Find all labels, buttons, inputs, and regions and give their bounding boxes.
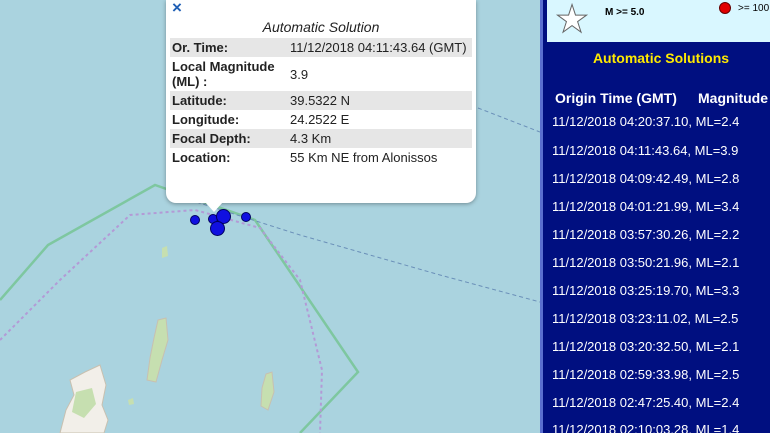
solution-link[interactable]: 11/12/2018 02:59:33.98, ML=2.5 xyxy=(552,367,739,382)
earthquake-marker[interactable] xyxy=(241,212,251,222)
solution-link[interactable]: 11/12/2018 04:09:42.49, ML=2.8 xyxy=(552,171,739,186)
column-header-origin-time: Origin Time (GMT) xyxy=(555,90,677,106)
info-row-latitude: Latitude: 39.5322 N xyxy=(170,91,472,110)
info-label: Latitude: xyxy=(172,93,227,108)
solution-link[interactable]: 11/12/2018 04:11:43.64, ML=3.9 xyxy=(552,143,738,158)
solution-link[interactable]: 11/12/2018 04:01:21.99, ML=3.4 xyxy=(552,199,739,214)
info-row-depth: Focal Depth: 4.3 Km xyxy=(170,129,472,148)
info-value: 3.9 xyxy=(290,66,309,82)
info-row-longitude: Longitude: 24.2522 E xyxy=(170,110,472,129)
panel-title: Automatic Solutions xyxy=(592,50,730,66)
solution-link[interactable]: 11/12/2018 02:10:03.28, ML=1.4 xyxy=(552,422,739,433)
info-row-magnitude: Local Magnitude (ML) : 3.9 xyxy=(170,57,472,91)
info-label: Focal Depth: xyxy=(172,131,251,146)
info-value: 4.3 Km xyxy=(290,131,332,146)
earthquake-marker[interactable] xyxy=(190,215,200,225)
event-popup: × Automatic Solution Or. Time: 11/12/201… xyxy=(166,0,476,203)
solution-link[interactable]: 11/12/2018 03:20:32.50, ML=2.1 xyxy=(552,339,739,354)
islet-north xyxy=(162,246,168,258)
info-value: 55 Km NE from Alonissos xyxy=(290,150,438,165)
solution-link[interactable]: 11/12/2018 02:47:25.40, ML=2.4 xyxy=(552,395,739,410)
solution-link[interactable]: 11/12/2018 03:57:30.26, ML=2.2 xyxy=(552,227,739,242)
popup-title: Automatic Solution xyxy=(262,19,380,35)
islet-small xyxy=(128,398,134,405)
info-value: 11/12/2018 04:11:43.64 (GMT) xyxy=(290,40,467,55)
legend-red-label: >= 100 xyxy=(738,3,770,14)
ferry-route-north xyxy=(477,107,540,133)
info-label: Longitude: xyxy=(172,112,240,127)
info-label: Location: xyxy=(172,150,231,165)
close-icon[interactable]: × xyxy=(172,0,182,18)
red-dot-icon xyxy=(719,2,731,14)
maritime-boundary xyxy=(0,183,360,433)
magnitude-legend: ★ M >= 5.0 >= 100 xyxy=(547,0,770,42)
event-info-table: Or. Time: 11/12/2018 04:11:43.64 (GMT) L… xyxy=(170,38,472,167)
solution-link[interactable]: 11/12/2018 03:25:19.70, ML=3.3 xyxy=(552,283,739,298)
column-header-magnitude: Magnitude xyxy=(698,90,768,106)
popup-pointer xyxy=(205,202,223,212)
info-row-location: Location: 55 Km NE from Alonissos xyxy=(170,148,472,167)
solution-link[interactable]: 11/12/2018 04:20:37.10, ML=2.4 xyxy=(552,114,739,129)
island-east xyxy=(260,371,275,411)
solution-link[interactable]: 11/12/2018 03:50:21.96, ML=2.1 xyxy=(552,255,739,270)
star-icon: ★ xyxy=(554,0,590,41)
solution-link[interactable]: 11/12/2018 03:23:11.02, ML=2.5 xyxy=(552,311,738,326)
info-value: 39.5322 N xyxy=(290,93,350,108)
island-middle xyxy=(146,317,169,383)
info-row-origin-time: Or. Time: 11/12/2018 04:11:43.64 (GMT) xyxy=(170,38,472,57)
info-label: Or. Time: xyxy=(172,40,229,55)
earthquake-marker[interactable] xyxy=(210,221,225,236)
solutions-panel: ★ M >= 5.0 >= 100 Automatic Solutions Or… xyxy=(540,0,770,433)
info-value: 24.2522 E xyxy=(290,112,350,127)
map-view[interactable]: × Automatic Solution Or. Time: 11/12/201… xyxy=(0,0,540,433)
info-label: Local Magnitude (ML) : xyxy=(172,59,275,89)
legend-star-label: M >= 5.0 xyxy=(605,7,645,18)
